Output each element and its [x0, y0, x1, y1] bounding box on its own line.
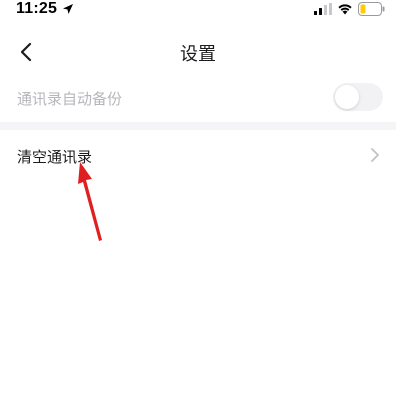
wifi-icon — [338, 4, 352, 15]
status-bar: 11:25 — [0, 0, 396, 20]
location-arrow-icon — [63, 4, 73, 14]
battery-low-icon — [358, 2, 385, 16]
toggle-knob — [335, 85, 359, 109]
page-title: 设置 — [180, 44, 216, 65]
clear-contacts-row[interactable]: 清空通讯录 — [0, 130, 396, 182]
navigation-bar: 设置 — [0, 30, 396, 74]
auto-backup-toggle[interactable] — [333, 83, 383, 111]
auto-backup-label: 通讯录自动备份 — [17, 90, 123, 108]
section-divider — [0, 122, 396, 130]
chevron-right-icon — [371, 148, 379, 162]
status-time: 11:25 — [16, 0, 58, 17]
annotation-arrow — [78, 162, 102, 241]
cellular-signal-icon — [314, 3, 332, 15]
